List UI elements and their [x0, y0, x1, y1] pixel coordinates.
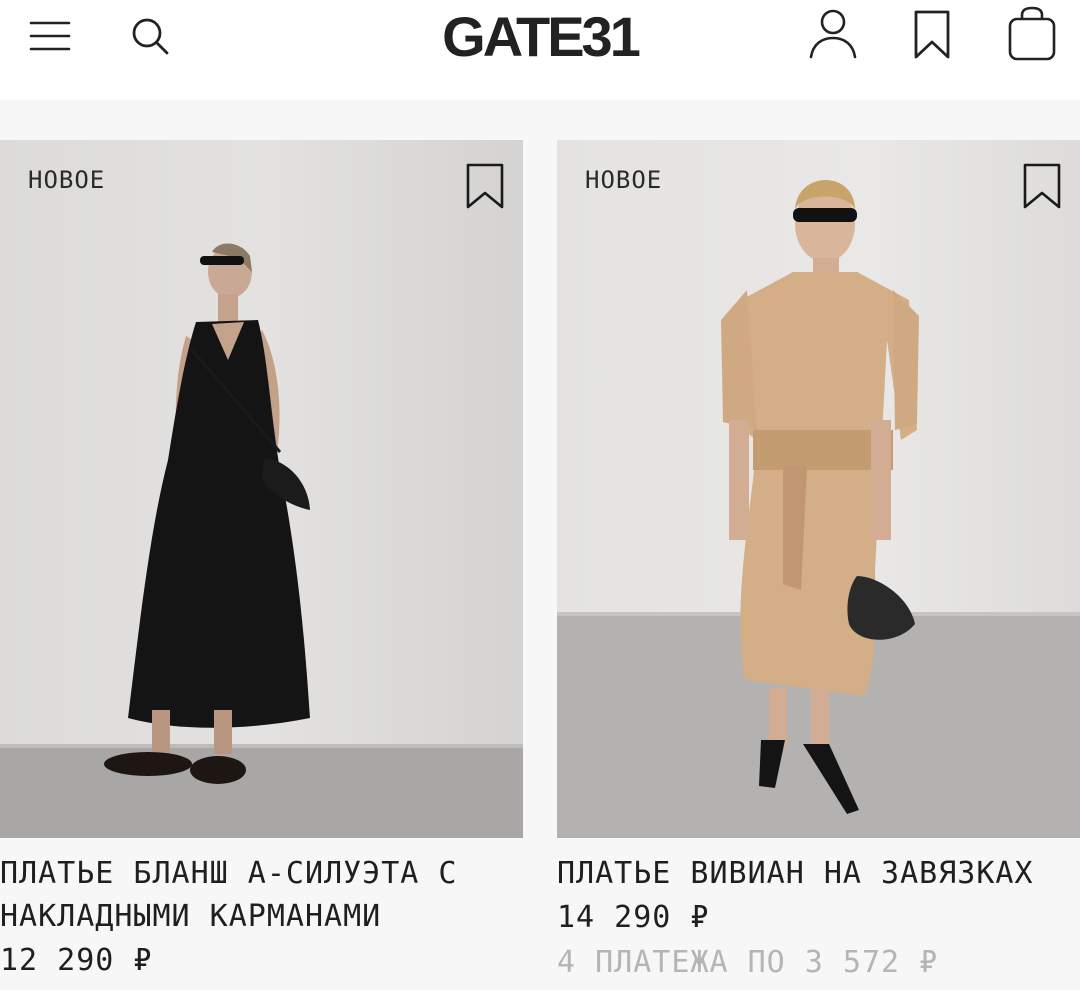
model-black-dress-image	[0, 140, 523, 838]
bookmark-icon[interactable]	[910, 8, 954, 62]
new-badge: НОВОЕ	[585, 166, 663, 194]
installment-info[interactable]: 4 ПЛАТЕЖА ПО 3 572 ₽	[557, 941, 1080, 985]
product-card[interactable]: НОВОЕ ПЛАТЬЕ ВИВИАН НА ЗАВЯЗКАХ 14 290 ₽…	[557, 140, 1080, 985]
account-icon[interactable]	[806, 8, 860, 60]
product-title[interactable]: ПЛАТЬЕ ВИВИАН НА ЗАВЯЗКАХ	[557, 852, 1080, 895]
product-photo[interactable]: НОВОЕ	[0, 140, 523, 838]
product-title[interactable]: ПЛАТЬЕ БЛАНШ А-СИЛУЭТА С НАКЛАДНЫМИ КАРМ…	[0, 852, 523, 938]
search-icon[interactable]	[128, 14, 172, 58]
menu-icon[interactable]	[28, 16, 72, 56]
add-to-wishlist-icon[interactable]	[465, 162, 505, 210]
product-photo[interactable]: НОВОЕ	[557, 140, 1080, 838]
top-bar: GATE31	[0, 0, 1080, 100]
product-card[interactable]: НОВОЕ ПЛАТЬЕ БЛАНШ А-СИЛУЭТА С НАКЛАДНЫМ…	[0, 140, 523, 984]
product-price: 12 290 ₽	[0, 943, 153, 978]
add-to-wishlist-icon[interactable]	[1022, 162, 1062, 210]
bag-icon[interactable]	[1004, 6, 1060, 62]
model-beige-shirt-dress-image	[557, 140, 1080, 838]
product-price: 14 290 ₽	[557, 900, 710, 935]
product-grid: НОВОЕ ПЛАТЬЕ БЛАНШ А-СИЛУЭТА С НАКЛАДНЫМ…	[0, 100, 1080, 990]
new-badge: НОВОЕ	[28, 166, 106, 194]
